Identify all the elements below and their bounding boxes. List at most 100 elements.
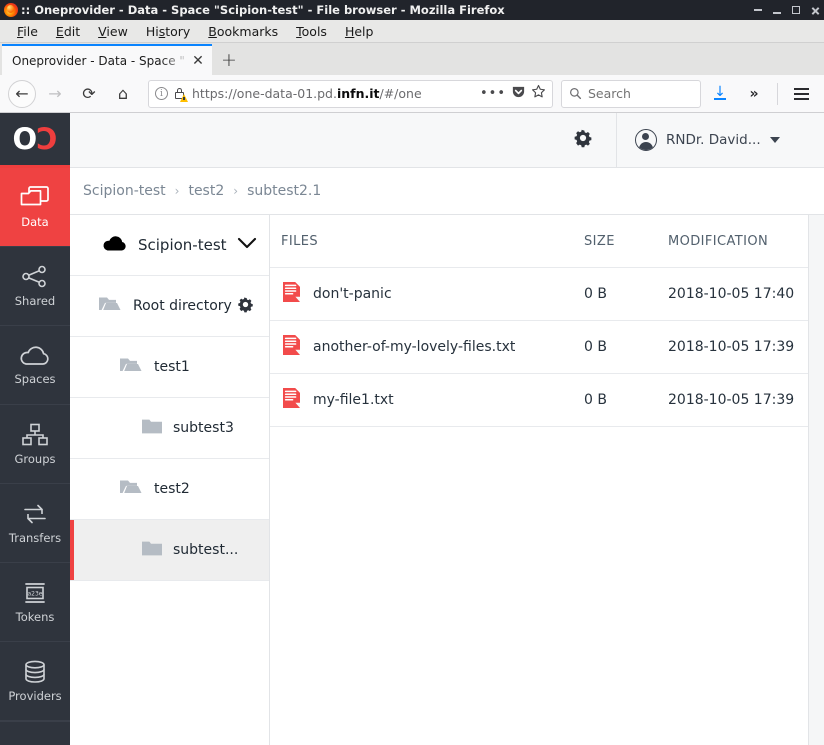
gear-icon[interactable] — [236, 295, 255, 318]
folder-open-icon — [119, 355, 144, 379]
column-header-size[interactable]: SIZE — [584, 234, 668, 249]
url-bar[interactable]: i https://one-data-01.pd.infn.it/#/one •… — [148, 79, 553, 108]
sitemap-icon — [21, 423, 49, 447]
menu-view[interactable]: View — [89, 24, 137, 39]
url-suffix: /#/one — [379, 86, 422, 101]
window-title: :: Oneprovider - Data - Space "Scipion-t… — [21, 3, 505, 17]
new-tab-button[interactable]: + — [212, 44, 246, 75]
menu-help[interactable]: Help — [336, 24, 383, 39]
app-topbar: RNDr. David... — [70, 112, 824, 168]
browser-tab-active[interactable]: Oneprovider - Data - Space " ✕ — [2, 44, 212, 75]
url-host: infn.it — [336, 86, 380, 101]
home-icon[interactable]: ⌂ — [108, 79, 138, 109]
database-icon — [21, 660, 49, 684]
app-menu-icon[interactable] — [786, 79, 816, 109]
table-row[interactable]: another-of-my-lovely-files.txt 0 B 2018-… — [270, 321, 808, 374]
tree-item-label: subtest3 — [173, 420, 234, 436]
chevron-down-icon — [769, 137, 780, 143]
window-maximize-button[interactable] — [792, 6, 800, 14]
file-list: FILES SIZE MODIFICATION don't-panic 0 B … — [270, 215, 808, 745]
window-shade-button[interactable] — [754, 9, 762, 11]
table-row[interactable]: don't-panic 0 B 2018-10-05 17:40 — [270, 268, 808, 321]
tree-item-subtest2-1[interactable]: subtest... — [70, 520, 269, 581]
sidebar-filler — [0, 721, 70, 745]
breadcrumb-item-0[interactable]: Scipion-test — [83, 183, 166, 199]
file-size: 0 B — [584, 286, 607, 302]
tree-item-subtest3[interactable]: subtest3 — [70, 398, 269, 459]
chevron-right-icon: › — [233, 184, 239, 198]
table-row[interactable]: my-file1.txt 0 B 2018-10-05 17:39 — [270, 374, 808, 427]
close-icon[interactable]: ✕ — [190, 53, 206, 69]
token-card-icon: a23e — [20, 581, 50, 605]
file-size: 0 B — [584, 339, 607, 355]
sidebar-item-transfers[interactable]: Transfers — [0, 484, 70, 563]
tree-item-label: test2 — [154, 481, 190, 497]
folder-closed-icon — [141, 539, 163, 562]
overflow-icon[interactable]: » — [739, 79, 769, 109]
sidebar-item-spaces[interactable]: Spaces — [0, 326, 70, 405]
cloud-icon — [102, 235, 128, 256]
gear-icon — [572, 127, 594, 153]
sidebar-item-providers[interactable]: Providers — [0, 642, 70, 721]
page-actions-icon[interactable]: ••• — [480, 86, 506, 101]
tree-item-label: subtest... — [173, 542, 239, 558]
sidebar-item-tokens[interactable]: a23e Tokens — [0, 563, 70, 642]
pocket-icon[interactable] — [511, 84, 526, 103]
bookmark-star-icon[interactable] — [531, 84, 546, 103]
directory-tree: Scipion-test Root directory test1 subtes… — [70, 215, 270, 745]
window-minimize-button[interactable] — [773, 7, 781, 14]
menu-file[interactable]: File — [8, 24, 47, 39]
tree-space-selector[interactable]: Scipion-test — [70, 215, 269, 276]
window-close-button[interactable] — [811, 6, 820, 15]
user-name: RNDr. David... — [666, 132, 761, 148]
tree-item-root-directory[interactable]: Root directory — [70, 276, 269, 337]
tab-label: Oneprovider - Data - Space " — [12, 53, 185, 68]
browser-menubar: File Edit View History Bookmarks Tools H… — [0, 20, 824, 43]
user-menu[interactable]: RNDr. David... — [617, 113, 824, 168]
chevron-down-icon[interactable] — [237, 236, 257, 254]
sidebar-item-label: Groups — [14, 451, 56, 466]
onedata-logo[interactable]: OC — [0, 113, 70, 168]
transfer-arrows-icon — [21, 502, 49, 526]
app-sidebar: OC Data Shared Spaces Groups Transfers a… — [0, 113, 70, 745]
page-gutter — [808, 215, 824, 745]
search-icon — [570, 88, 582, 100]
forward-icon[interactable]: → — [40, 79, 70, 109]
breadcrumb-item-1[interactable]: test2 — [188, 183, 224, 199]
share-nodes-icon — [21, 265, 49, 289]
insecure-lock-warning-icon[interactable] — [173, 87, 188, 102]
tree-space-label: Scipion-test — [138, 236, 227, 254]
tree-item-label: Root directory — [133, 298, 232, 314]
sidebar-item-shared[interactable]: Shared — [0, 247, 70, 326]
column-header-modification[interactable]: MODIFICATION — [668, 234, 808, 249]
menu-bookmarks[interactable]: Bookmarks — [199, 24, 287, 39]
file-text-icon — [282, 387, 301, 413]
sidebar-item-groups[interactable]: Groups — [0, 405, 70, 484]
sidebar-item-label: Shared — [14, 293, 56, 308]
menu-history[interactable]: History — [137, 24, 199, 39]
tree-item-test1[interactable]: test1 — [70, 337, 269, 398]
search-box[interactable]: Search — [561, 79, 701, 108]
sidebar-item-label: Tokens — [15, 609, 55, 624]
back-icon[interactable]: ← — [8, 79, 36, 108]
search-input[interactable]: Search — [588, 86, 631, 101]
sidebar-item-label: Spaces — [14, 371, 56, 386]
breadcrumb-item-2[interactable]: subtest2.1 — [247, 183, 321, 199]
menu-edit[interactable]: Edit — [47, 24, 89, 39]
menu-tools[interactable]: Tools — [287, 24, 336, 39]
file-text-icon — [282, 334, 301, 360]
reload-icon[interactable]: ⟳ — [74, 79, 104, 109]
logo-letter-c: C — [36, 121, 58, 156]
sidebar-item-data[interactable]: Data — [0, 168, 70, 247]
tree-item-test2[interactable]: test2 — [70, 459, 269, 520]
logo-letter-o: O — [12, 121, 38, 156]
window-titlebar: :: Oneprovider - Data - Space "Scipion-t… — [0, 0, 824, 20]
sidebar-item-label: Data — [21, 215, 49, 229]
settings-button[interactable] — [550, 127, 616, 153]
url-text: https://one-data-01.pd.infn.it/#/one — [192, 86, 475, 101]
folder-closed-icon — [141, 417, 163, 440]
page-info-icon[interactable]: i — [155, 87, 168, 100]
column-header-files[interactable]: FILES — [270, 234, 584, 249]
avatar-icon — [635, 129, 657, 151]
downloads-icon[interactable]: ↓ — [705, 79, 735, 109]
